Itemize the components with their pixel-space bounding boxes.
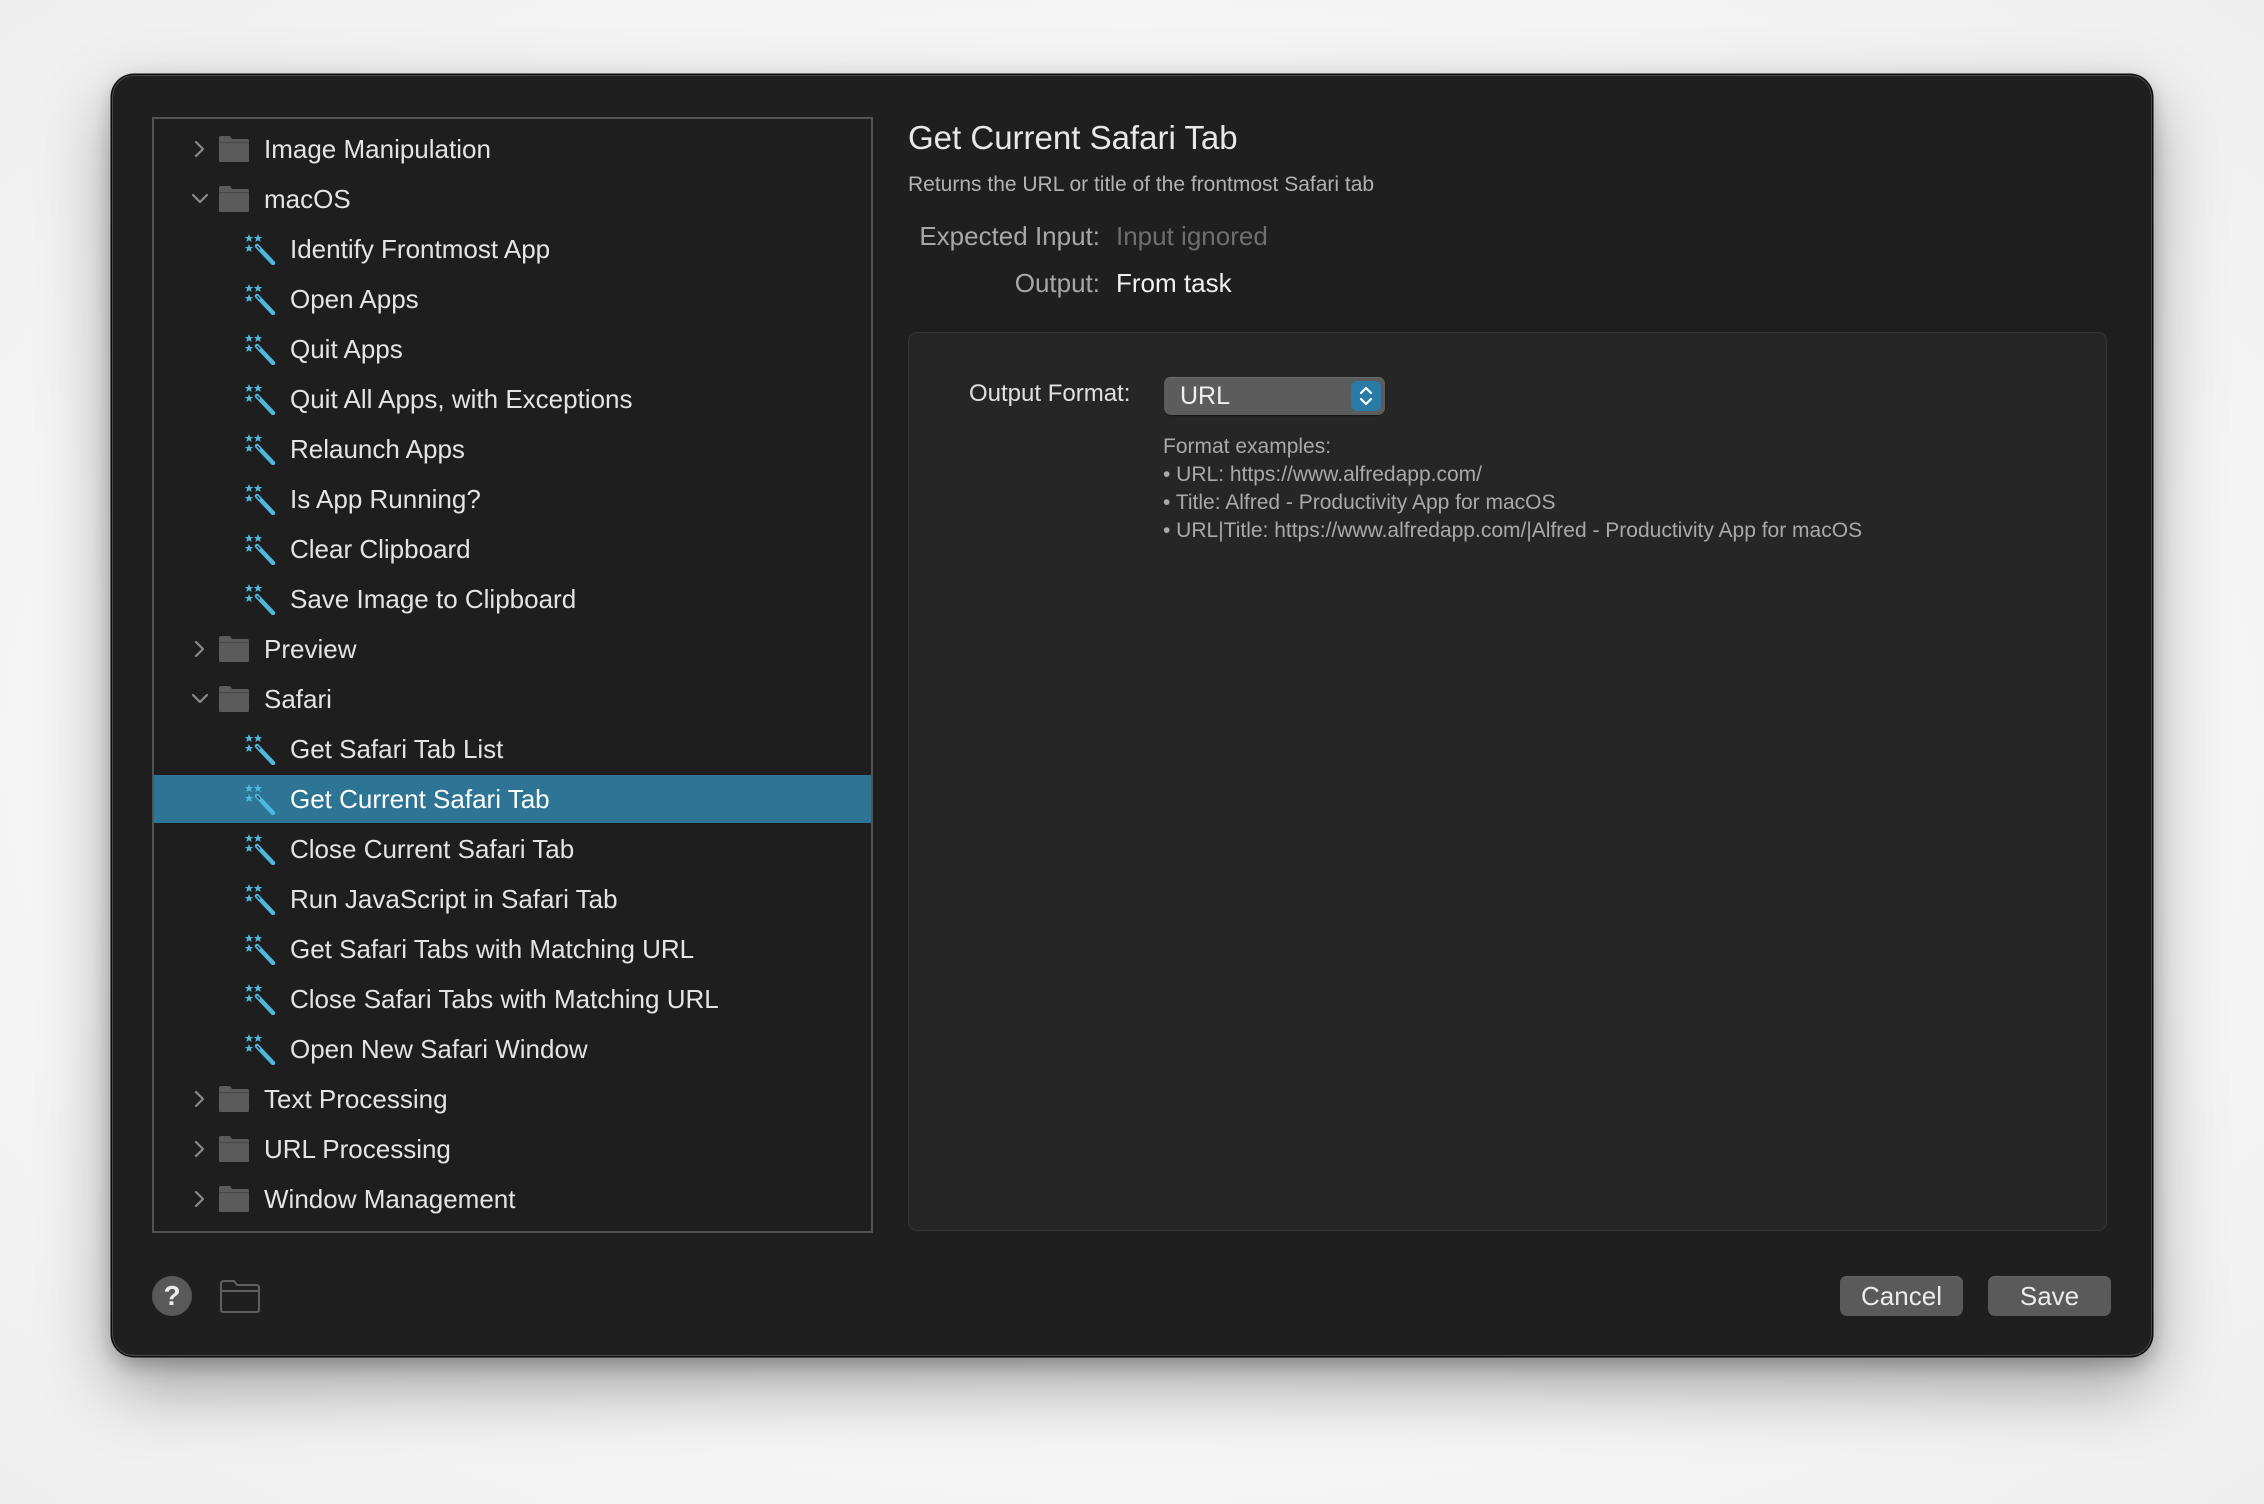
chevron-down-icon[interactable]: [190, 189, 210, 209]
folder-icon: [218, 635, 250, 663]
cancel-button[interactable]: Cancel: [1840, 1276, 1963, 1316]
magic-wand-icon: [244, 233, 276, 266]
magic-wand-icon: [244, 933, 276, 966]
sidebar-action-row[interactable]: Open Apps: [154, 275, 871, 323]
sidebar-action-label: Run JavaScript in Safari Tab: [290, 883, 618, 914]
magic-wand-icon: [244, 283, 276, 316]
sidebar-action-row[interactable]: Run JavaScript in Safari Tab: [154, 875, 871, 923]
sidebar-action-label: Identify Frontmost App: [290, 233, 551, 264]
magic-wand-icon: [244, 1033, 276, 1066]
sidebar-action-label: Quit All Apps, with Exceptions: [290, 383, 633, 414]
help-button[interactable]: ?: [152, 1276, 192, 1316]
sidebar-action-row[interactable]: Save Image to Clipboard: [154, 575, 871, 623]
folder-icon: [218, 1185, 250, 1213]
sidebar-action-row[interactable]: Quit Apps: [154, 325, 871, 373]
sidebar-action-label: Get Current Safari Tab: [290, 783, 550, 814]
magic-wand-icon: [244, 333, 276, 366]
expected-input-label: Expected Input:: [919, 221, 1100, 251]
sidebar-action-row-selected[interactable]: Get Current Safari Tab: [154, 775, 871, 823]
magic-wand-icon: [244, 833, 276, 866]
chevron-right-icon[interactable]: [190, 139, 210, 159]
folder-outline-icon: [220, 1280, 260, 1313]
sidebar-folder-row[interactable]: macOS: [154, 175, 871, 223]
expected-input-value: Input ignored: [1116, 221, 1268, 251]
output-label: Output:: [1014, 268, 1100, 298]
sidebar-folder-row[interactable]: Window Management: [154, 1175, 871, 1223]
magic-wand-icon: [244, 983, 276, 1016]
folder-icon: [218, 685, 250, 713]
magic-wand-icon: [244, 483, 276, 516]
sidebar-action-label: Clear Clipboard: [290, 533, 471, 564]
sidebar-action-label: Close Safari Tabs with Matching URL: [290, 983, 719, 1014]
detail-description: Returns the URL or title of the frontmos…: [908, 173, 1375, 196]
sidebar-folder-row[interactable]: Text Processing: [154, 1075, 871, 1123]
magic-wand-icon: [244, 533, 276, 566]
sidebar-action-label: Save Image to Clipboard: [290, 583, 577, 614]
output-format-select[interactable]: URL: [1164, 377, 1385, 415]
folder-icon: [218, 1135, 250, 1163]
sidebar-action-label: Relaunch Apps: [290, 433, 465, 464]
magic-wand-icon: [244, 883, 276, 916]
sidebar-folder-label: Text Processing: [264, 1083, 448, 1114]
magic-wand-icon: [244, 433, 276, 466]
chevron-down-icon[interactable]: [190, 689, 210, 709]
sidebar-action-row[interactable]: Clear Clipboard: [154, 525, 871, 573]
format-example: • Title: Alfred - Productivity App for m…: [1163, 491, 1556, 514]
format-examples-heading: Format examples:: [1163, 435, 1332, 458]
sidebar-action-label: Quit Apps: [290, 333, 403, 364]
format-example: • URL|Title: https://www.alfredapp.com/|…: [1163, 519, 1863, 542]
chevron-right-icon[interactable]: [190, 1089, 210, 1109]
sidebar-action-row[interactable]: Close Safari Tabs with Matching URL: [154, 975, 871, 1023]
chevron-right-icon[interactable]: [190, 639, 210, 659]
sidebar-action-label: Open New Safari Window: [290, 1033, 588, 1064]
format-examples: Format examples: • URL: https://www.alfr…: [1163, 433, 1862, 545]
sidebar-action-row[interactable]: Identify Frontmost App: [154, 225, 871, 273]
configuration-panel: Output Format: URL Format examples: • UR…: [908, 332, 2107, 1231]
sidebar-action-row[interactable]: Is App Running?: [154, 475, 871, 523]
sidebar-action-label: Get Safari Tab List: [290, 733, 504, 764]
sidebar-action-row[interactable]: Get Safari Tab List: [154, 725, 871, 773]
magic-wand-icon: [244, 783, 276, 816]
folder-icon: [218, 185, 250, 213]
question-mark-icon: ?: [163, 1280, 181, 1311]
action-tree-sidebar[interactable]: Image Manipulation macOS Identify Frontmos…: [152, 117, 873, 1233]
sidebar-action-label: Get Safari Tabs with Matching URL: [290, 933, 695, 964]
sidebar-action-row[interactable]: Quit All Apps, with Exceptions: [154, 375, 871, 423]
save-button[interactable]: Save: [1988, 1276, 2111, 1316]
format-example: • URL: https://www.alfredapp.com/: [1163, 463, 1482, 486]
sidebar-folder-label: Preview: [264, 633, 357, 664]
sidebar-folder-label: macOS: [264, 183, 351, 214]
sidebar-folder-row[interactable]: URL Processing: [154, 1125, 871, 1173]
up-down-chevron-icon: [1351, 381, 1381, 411]
sidebar-action-row[interactable]: Close Current Safari Tab: [154, 825, 871, 873]
sidebar-folder-label: URL Processing: [264, 1133, 451, 1164]
sidebar-folder-row[interactable]: Preview: [154, 625, 871, 673]
chevron-right-icon[interactable]: [190, 1189, 210, 1209]
chevron-right-icon[interactable]: [190, 1139, 210, 1159]
sidebar-folder-label: Window Management: [264, 1183, 516, 1214]
magic-wand-icon: [244, 733, 276, 766]
sidebar-folder-label: Image Manipulation: [264, 133, 491, 164]
sidebar-action-row[interactable]: Get Safari Tabs with Matching URL: [154, 925, 871, 973]
sidebar-action-label: Close Current Safari Tab: [290, 833, 575, 864]
sidebar-action-row[interactable]: Open New Safari Window: [154, 1025, 871, 1073]
detail-title: Get Current Safari Tab: [908, 119, 1238, 156]
folder-icon: [218, 1085, 250, 1113]
open-folder-button[interactable]: [218, 1278, 262, 1314]
output-format-value: URL: [1180, 382, 1231, 410]
folder-icon: [218, 135, 250, 163]
sidebar-action-label: Open Apps: [290, 283, 419, 314]
sidebar-action-row[interactable]: Relaunch Apps: [154, 425, 871, 473]
sidebar-folder-row[interactable]: Image Manipulation: [154, 125, 871, 173]
dialog-window: Image Manipulation macOS Identify Frontmos…: [112, 75, 2152, 1356]
sidebar-action-label: Is App Running?: [290, 483, 481, 514]
magic-wand-icon: [244, 583, 276, 616]
output-format-label: Output Format:: [969, 380, 1131, 407]
magic-wand-icon: [244, 383, 276, 416]
sidebar-folder-row[interactable]: Safari: [154, 675, 871, 723]
output-value: From task: [1116, 268, 1232, 298]
sidebar-folder-label: Safari: [264, 683, 332, 714]
